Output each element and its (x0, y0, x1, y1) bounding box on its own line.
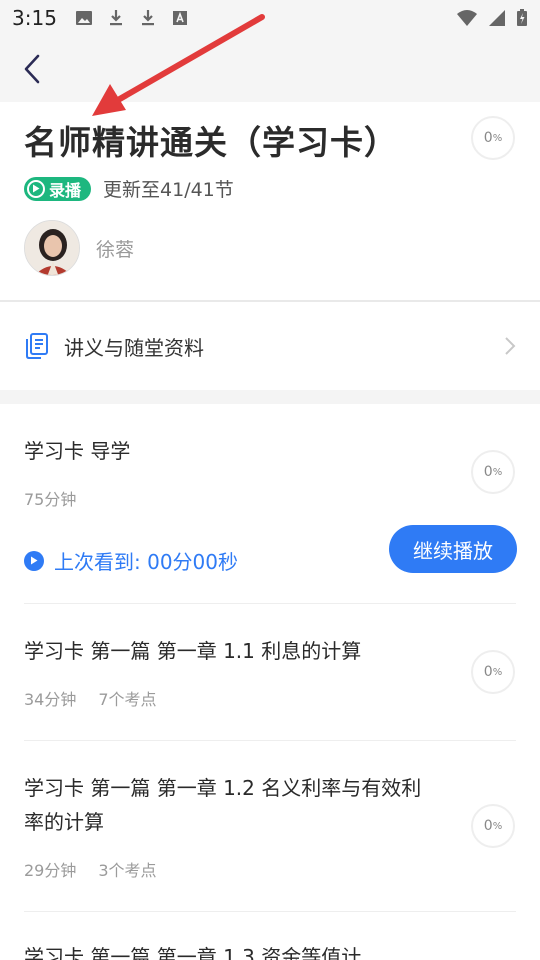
lesson-item[interactable]: 学习卡 第一篇 第一章 1.1 利息的计算 34分钟 7个考点 0% (0, 604, 540, 740)
download-icon (109, 10, 122, 26)
progress-value: 0 (483, 464, 493, 480)
lesson-duration: 34分钟 (24, 690, 77, 709)
materials-label: 讲义与随堂资料 (64, 335, 204, 360)
teacher-name: 徐蓉 (96, 238, 135, 261)
lesson-duration: 75分钟 (24, 490, 77, 509)
download-icon (141, 10, 154, 26)
percent-sign: % (492, 132, 503, 144)
progress-value: 0 (483, 818, 493, 834)
image-icon (75, 11, 92, 25)
course-header: 名师精讲通关（学习卡） 0% 录播 更新至41/41节 徐蓉 (0, 102, 540, 300)
course-progress-circle: 0% (471, 116, 515, 160)
status-bar: 3:15 (0, 0, 540, 36)
wifi-icon (457, 10, 477, 26)
status-time: 3:15 (12, 6, 57, 30)
top-bar (0, 36, 540, 102)
battery-icon (517, 9, 527, 26)
teacher-row[interactable]: 徐蓉 (24, 220, 134, 276)
lesson-title: 学习卡 第一篇 第一章 1.2 名义利率与有效利率的计算 (24, 776, 422, 834)
document-icon (26, 333, 48, 359)
lesson-progress-circle: 0% (471, 450, 515, 494)
lesson-title: 学习卡 第一篇 第一章 1.3 资金等值计 (24, 945, 362, 960)
badge-row: 录播 更新至41/41节 (24, 175, 234, 202)
progress-value: 0 (483, 664, 493, 680)
last-watched-text: 上次看到: 00分00秒 (54, 550, 238, 574)
lesson-item[interactable]: 学习卡 第一篇 第一章 1.2 名义利率与有效利率的计算 29分钟 3个考点 0% (0, 741, 540, 911)
chevron-right-icon (505, 337, 516, 355)
back-arrow-icon (24, 54, 40, 84)
percent-sign: % (492, 666, 503, 678)
last-watched: 上次看到: 00分00秒 (24, 546, 238, 575)
lesson-meta: 29分钟 3个考点 (24, 857, 157, 881)
update-status: 更新至41/41节 (103, 179, 234, 201)
play-circle-icon (27, 179, 45, 198)
play-icon (24, 550, 44, 571)
notification-icons (75, 9, 189, 27)
course-title: 名师精讲通关（学习卡） (24, 123, 398, 162)
signal-icon (489, 10, 505, 26)
progress-value: 0 (483, 130, 493, 146)
lesson-meta: 34分钟 7个考点 (24, 686, 157, 710)
teacher-avatar[interactable] (24, 220, 80, 276)
lesson-title: 学习卡 导学 (24, 439, 131, 463)
lesson-points: 7个考点 (98, 690, 157, 709)
percent-sign: % (492, 466, 503, 478)
percent-sign: % (492, 820, 503, 832)
section-gap (0, 390, 540, 404)
lesson-duration: 29分钟 (24, 861, 77, 880)
recorded-badge: 录播 (24, 176, 92, 201)
materials-row[interactable]: 讲义与随堂资料 (0, 302, 540, 390)
lesson-points: 3个考点 (98, 861, 157, 880)
lesson-meta: 75分钟 (24, 486, 76, 510)
lesson-progress-circle: 0% (471, 650, 515, 694)
lesson-item[interactable]: 学习卡 第一篇 第一章 1.3 资金等值计 (0, 912, 540, 960)
lesson-title: 学习卡 第一篇 第一章 1.1 利息的计算 (24, 639, 362, 663)
lesson-progress-circle: 0% (471, 804, 515, 848)
back-button[interactable] (14, 50, 50, 88)
continue-play-button[interactable]: 继续播放 (389, 525, 517, 573)
recorded-badge-label: 录播 (49, 180, 82, 200)
system-icons (456, 9, 528, 27)
font-icon (172, 11, 187, 25)
